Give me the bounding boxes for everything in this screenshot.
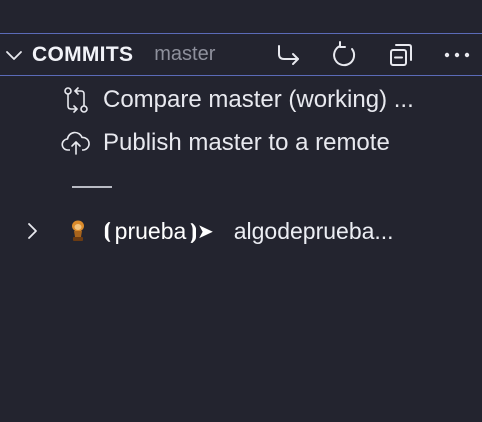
chevron-down-icon[interactable] xyxy=(2,43,26,67)
chevron-right-icon[interactable] xyxy=(20,219,44,243)
top-spacer xyxy=(0,0,482,33)
go-to-file-icon[interactable] xyxy=(270,38,308,72)
branch-name: master xyxy=(154,43,216,65)
tag-name: prueba xyxy=(114,217,187,244)
cloud-upload-icon xyxy=(59,126,93,160)
compare-label: Compare master (working) ... xyxy=(103,86,414,113)
commits-header[interactable]: COMMITS master xyxy=(0,33,482,76)
divider xyxy=(72,186,112,188)
section-title: COMMITS xyxy=(32,42,134,66)
tag-close: ⦘➤ xyxy=(190,220,214,243)
tag-open: ⦗ xyxy=(104,219,111,242)
avatar xyxy=(66,219,90,243)
header-actions xyxy=(270,34,476,75)
compare-item[interactable]: Compare master (working) ... xyxy=(0,82,482,118)
refresh-icon[interactable] xyxy=(326,38,364,72)
compare-icon xyxy=(59,83,93,117)
more-icon[interactable] xyxy=(438,38,476,72)
publish-label: Publish master to a remote xyxy=(103,129,390,156)
commit-row[interactable]: ⦗ prueba ⦘➤ algodeprueba... xyxy=(0,213,482,249)
commits-panel: COMMITS master Compare master (working) … xyxy=(0,0,482,422)
commit-message: algodeprueba... xyxy=(233,217,394,244)
tag-badge: ⦗ prueba ⦘➤ xyxy=(104,218,214,245)
publish-item[interactable]: Publish master to a remote xyxy=(0,125,482,161)
collapse-all-icon[interactable] xyxy=(382,38,420,72)
